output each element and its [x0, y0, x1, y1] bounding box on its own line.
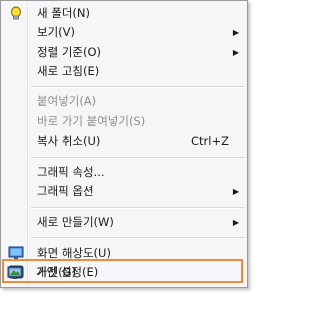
menu-item-label: 붙여넣기(A)	[37, 94, 97, 108]
menu-separator	[31, 157, 245, 159]
menu-item-view[interactable]: 보기(V) ▶	[3, 23, 245, 42]
menu-item-paste-shortcut[interactable]: 바로 가기 붙여넣기(S)	[3, 112, 245, 131]
menu-item-label: 바로 가기 붙여넣기(S)	[37, 114, 146, 128]
menu-item-graphics-options[interactable]: 그래픽 옵션 ▶	[3, 182, 245, 201]
submenu-arrow-icon: ▶	[232, 218, 239, 227]
menu-item-sort-by[interactable]: 정렬 기준(O) ▶	[3, 43, 245, 62]
keyboard-shortcut: Ctrl+Z	[191, 134, 229, 148]
menu-separator	[31, 237, 245, 239]
lightbulb-icon	[8, 6, 24, 21]
menu-item-label: 새로 고침(E)	[37, 64, 100, 78]
menu-separator	[31, 86, 245, 88]
menu-item-label: 정렬 기준(O)	[37, 45, 101, 59]
submenu-arrow-icon: ▶	[232, 187, 239, 196]
menu-item-label: 그래픽 속성...	[37, 165, 105, 179]
desktop-context-menu: 새 폴더(N) 보기(V) ▶ 정렬 기준(O) ▶ 새로 고침(E) 붙여넣기…	[0, 0, 248, 288]
menu-separator	[31, 207, 245, 209]
menu-item-graphics-properties[interactable]: 그래픽 속성...	[3, 163, 245, 182]
submenu-arrow-icon: ▶	[232, 28, 239, 37]
menu-item-new-folder[interactable]: 새 폴더(N)	[3, 4, 245, 23]
menu-item-label: 그래픽 옵션	[37, 184, 94, 198]
menu-item-label: 보기(V)	[37, 25, 75, 39]
highlight-box	[2, 259, 243, 283]
menu-item-undo-copy[interactable]: 복사 취소(U) Ctrl+Z	[3, 132, 245, 151]
menu-item-label: 새로 만들기(W)	[37, 215, 114, 229]
menu-item-refresh[interactable]: 새로 고침(E)	[3, 62, 245, 81]
menu-item-label: 복사 취소(U)	[37, 134, 101, 148]
submenu-arrow-icon: ▶	[232, 48, 239, 57]
menu-item-paste[interactable]: 붙여넣기(A)	[3, 92, 245, 111]
menu-item-label: 새 폴더(N)	[37, 6, 90, 20]
menu-item-new[interactable]: 새로 만들기(W) ▶	[3, 213, 245, 232]
